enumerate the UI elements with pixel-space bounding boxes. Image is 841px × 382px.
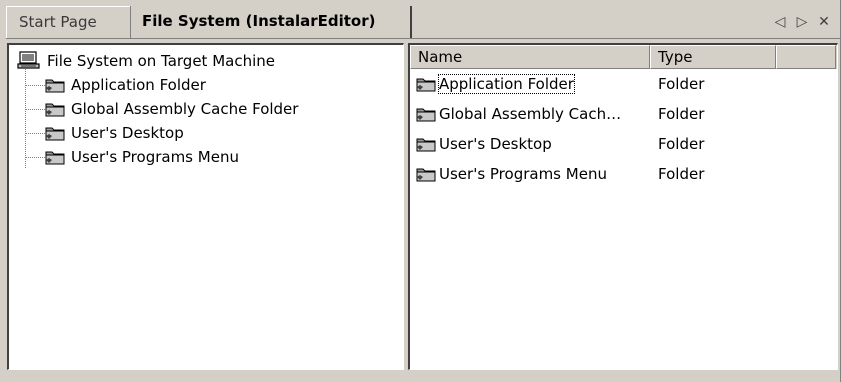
column-header-empty[interactable] xyxy=(776,45,836,69)
special-folder-icon xyxy=(45,127,65,141)
tree-item[interactable]: Application Folder xyxy=(25,73,206,97)
list-item-type: Folder xyxy=(658,105,705,123)
special-folder-icon xyxy=(416,138,436,152)
computer-icon xyxy=(17,51,40,69)
tab-file-system-label: File System (InstalarEditor) xyxy=(142,12,376,30)
list-item[interactable]: Global Assembly Cach… Folder xyxy=(410,101,704,127)
column-header-type[interactable]: Type xyxy=(650,45,776,69)
tab-controls: ◁ ▷ ✕ xyxy=(774,10,830,34)
scroll-tabs-left-icon[interactable]: ◁ xyxy=(774,14,786,30)
special-folder-icon xyxy=(416,108,436,122)
list-item-name: Application Folder xyxy=(438,74,575,94)
document-tab-strip: Start Page File System (InstalarEditor) … xyxy=(6,6,840,39)
list-item[interactable]: User's Desktop Folder xyxy=(410,131,704,157)
tree-item[interactable]: User's Desktop xyxy=(25,121,184,145)
list-item[interactable]: Application Folder Folder xyxy=(410,71,704,97)
tree-pane[interactable]: File System on Target Machine Applicatio… xyxy=(7,43,404,370)
list-header: Name Type xyxy=(410,45,837,69)
list-item-type: Folder xyxy=(658,75,705,93)
list-item[interactable]: User's Programs Menu Folder xyxy=(410,161,704,187)
tree-item[interactable]: Global Assembly Cache Folder xyxy=(25,97,298,121)
file-system-editor-window: Start Page File System (InstalarEditor) … xyxy=(0,0,841,382)
special-folder-icon xyxy=(416,168,436,182)
tree-item-label: Global Assembly Cache Folder xyxy=(71,100,299,118)
special-folder-icon xyxy=(45,103,65,117)
tree-root-node[interactable]: File System on Target Machine xyxy=(17,49,275,73)
list-item-type: Folder xyxy=(658,165,705,183)
tree-item[interactable]: User's Programs Menu xyxy=(25,145,239,169)
scroll-tabs-right-icon[interactable]: ▷ xyxy=(796,14,808,30)
list-item-name: User's Programs Menu xyxy=(439,165,607,183)
tree-item-label: Application Folder xyxy=(71,76,206,94)
folder-tree: File System on Target Machine Applicatio… xyxy=(9,45,403,369)
close-tab-icon[interactable]: ✕ xyxy=(818,14,830,30)
list-item-type: Folder xyxy=(658,135,705,153)
tab-start-page-label: Start Page xyxy=(19,13,97,31)
list-item-name: Global Assembly Cach… xyxy=(439,105,622,123)
tree-root-label: File System on Target Machine xyxy=(47,52,275,70)
special-folder-icon xyxy=(45,151,65,165)
tab-start-page[interactable]: Start Page xyxy=(6,6,130,38)
tab-file-system[interactable]: File System (InstalarEditor) xyxy=(130,6,412,38)
tree-item-label: User's Programs Menu xyxy=(71,148,239,166)
tree-item-label: User's Desktop xyxy=(71,124,184,142)
special-folder-icon xyxy=(416,78,436,92)
column-header-name[interactable]: Name xyxy=(410,45,650,69)
list-item-name: User's Desktop xyxy=(439,135,552,153)
list-pane[interactable]: Name Type Application Folder Folder Glob… xyxy=(408,43,838,370)
special-folder-icon xyxy=(45,79,65,93)
